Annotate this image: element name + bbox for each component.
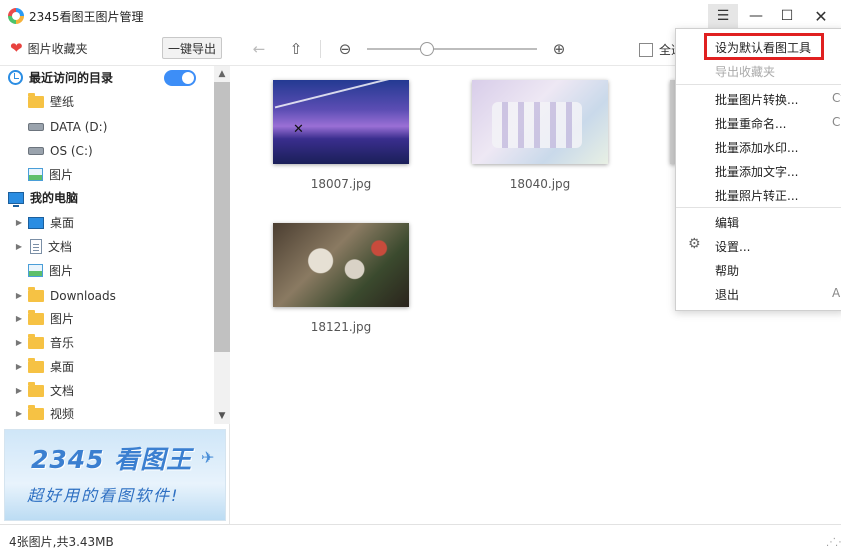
folder-icon: [28, 381, 44, 397]
folder-icon: [28, 333, 44, 349]
expand-arrow-icon[interactable]: ▶: [14, 242, 24, 251]
one-click-export-button[interactable]: 一键导出: [162, 37, 222, 59]
app-title: 2345看图王图片管理: [29, 10, 144, 24]
expand-arrow-icon[interactable]: ▶: [14, 314, 24, 323]
sidebar-item-pictures-folder[interactable]: ▶ 图片: [0, 307, 214, 330]
menu-item-exit[interactable]: 退出 A: [676, 281, 841, 305]
menu-item-export-favorites: 导出收藏夹: [715, 65, 776, 79]
main-menu-button[interactable]: ☰: [708, 4, 738, 28]
sidebar-item-music[interactable]: ▶ 音乐: [0, 331, 214, 354]
thumbnail-image[interactable]: [472, 80, 608, 164]
clock-icon: [8, 70, 23, 85]
main-dropdown-menu: 设为默认看图工具 导出收藏夹 批量图片转换... Ct 批量重命名... C 批…: [675, 28, 841, 311]
zoom-slider-handle[interactable]: [419, 42, 434, 56]
maximize-button[interactable]: ☐: [772, 4, 802, 28]
scroll-down-icon[interactable]: ▼: [214, 408, 230, 424]
app-logo-icon: [8, 8, 24, 24]
menu-item-batch-rotate[interactable]: 批量照片转正...: [676, 182, 841, 206]
sidebar-item-os-drive[interactable]: OS (C:): [0, 139, 214, 162]
heart-icon: ❤: [10, 39, 23, 57]
folder-icon: [28, 404, 44, 420]
image-icon: [28, 264, 43, 277]
minimize-button[interactable]: —: [741, 4, 771, 28]
checkbox[interactable]: [639, 42, 653, 57]
menu-item-batch-add-text[interactable]: 批量添加文字...: [676, 158, 841, 182]
zoom-slider[interactable]: [367, 48, 537, 50]
menu-item-set-default-viewer[interactable]: 设为默认看图工具: [676, 34, 841, 58]
close-icon: ✕: [814, 6, 828, 26]
sidebar-item-desktop-folder[interactable]: ▶ 桌面: [0, 355, 214, 378]
sidebar-item-desktop[interactable]: ▶ 桌面: [0, 211, 214, 234]
folder-icon: [28, 92, 44, 108]
sidebar-item-documents[interactable]: ▶ 文档: [0, 235, 214, 258]
thumbnail-filename: 18040.jpg: [509, 177, 571, 191]
folder-icon: [28, 309, 44, 325]
computer-icon: [8, 191, 24, 207]
zoom-in-icon[interactable]: ⊕: [548, 38, 570, 60]
menu-item-batch-watermark[interactable]: 批量添加水印...: [676, 134, 841, 158]
menu-item-batch-rename[interactable]: 批量重命名... C: [676, 110, 841, 134]
expand-arrow-icon[interactable]: ▶: [14, 291, 24, 300]
folder-icon: [28, 357, 44, 373]
thumbnail-filename: 18121.jpg: [310, 320, 372, 334]
thumbnail-filename: 18007.jpg: [310, 177, 372, 191]
status-summary: 4张图片,共3.43MB: [9, 535, 114, 549]
drive-icon: [28, 146, 44, 155]
menu-item-edit[interactable]: 编辑: [676, 209, 841, 233]
status-bar: 4张图片,共3.43MB ⋰⋰: [0, 524, 841, 552]
menu-separator: [676, 207, 841, 208]
back-icon[interactable]: ←: [248, 38, 270, 60]
expand-arrow-icon[interactable]: ▶: [14, 409, 24, 418]
hamburger-icon: ☰: [716, 8, 730, 24]
thumbnail-image[interactable]: [273, 223, 409, 307]
sidebar-item-pictures-recent[interactable]: 图片: [0, 163, 214, 186]
sidebar-item-videos[interactable]: ▶ 视频: [0, 402, 214, 424]
recent-dirs-toggle[interactable]: [164, 70, 196, 86]
sidebar-scrollbar[interactable]: ▲ ▼: [214, 66, 230, 424]
expand-arrow-icon[interactable]: ▶: [14, 386, 24, 395]
desktop-icon: [28, 216, 44, 229]
gear-icon: ⚙: [688, 236, 701, 252]
menu-separator: [676, 84, 841, 85]
ad-banner[interactable]: 2345 看图王 ✈ 超好用的看图软件!: [4, 429, 226, 521]
thumbnail-item[interactable]: 18121.jpg: [273, 223, 411, 334]
expand-arrow-icon[interactable]: ▶: [14, 338, 24, 347]
close-button[interactable]: ✕: [806, 4, 836, 28]
maximize-icon: ☐: [780, 8, 794, 24]
up-directory-icon[interactable]: ⇧: [285, 38, 307, 60]
ad-title: 2345 看图王: [31, 445, 193, 474]
document-icon: [30, 239, 42, 254]
favorites-button[interactable]: ❤ 图片收藏夹: [10, 40, 88, 57]
expand-arrow-icon[interactable]: ▶: [14, 218, 24, 227]
my-computer-header[interactable]: 我的电脑: [0, 186, 214, 209]
resize-grip-icon[interactable]: ⋰⋰: [826, 537, 841, 548]
menu-item-help[interactable]: 帮助: [676, 257, 841, 281]
zoom-out-icon[interactable]: ⊖: [334, 38, 356, 60]
folder-icon: [28, 286, 44, 302]
ad-slogan: 超好用的看图软件!: [27, 486, 180, 505]
sidebar-item-data-drive[interactable]: DATA (D:): [0, 115, 214, 138]
drive-icon: [28, 122, 44, 131]
menu-item-batch-convert[interactable]: 批量图片转换... Ct: [676, 86, 841, 110]
directory-tree: 最近访问的目录 壁纸 DATA (D:) OS (C:) 图片 我的电脑 ▶ 桌…: [0, 66, 214, 424]
menu-item-settings[interactable]: ⚙ 设置...: [676, 233, 841, 257]
thumbnail-image[interactable]: [273, 80, 409, 164]
favorites-label: 图片收藏夹: [27, 42, 88, 56]
minimize-icon: —: [749, 8, 763, 24]
sidebar-item-downloads[interactable]: ▶ Downloads: [0, 284, 214, 307]
sidebar-item-wallpaper[interactable]: 壁纸: [0, 90, 214, 113]
sidebar-item-pictures[interactable]: 图片: [0, 259, 214, 282]
scrollbar-thumb[interactable]: [214, 82, 230, 352]
thumbnail-item[interactable]: 18007.jpg: [273, 80, 411, 191]
expand-arrow-icon[interactable]: ▶: [14, 362, 24, 371]
scroll-up-icon[interactable]: ▲: [214, 66, 230, 82]
paper-plane-icon: ✈: [201, 448, 215, 467]
image-icon: [28, 168, 43, 181]
thumbnail-item[interactable]: 18040.jpg: [472, 80, 610, 191]
sidebar: 最近访问的目录 壁纸 DATA (D:) OS (C:) 图片 我的电脑 ▶ 桌…: [0, 66, 230, 524]
toolbar-divider: [320, 40, 321, 58]
sidebar-item-documents-folder[interactable]: ▶ 文档: [0, 379, 214, 402]
